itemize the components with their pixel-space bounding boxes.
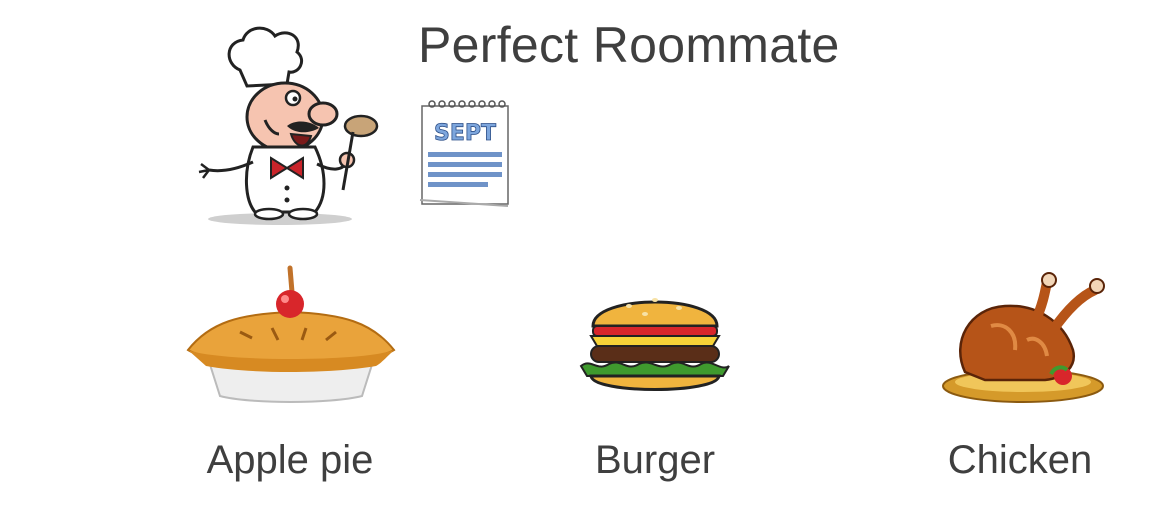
chef-illustration [198,26,379,225]
burger-icon [579,298,730,391]
food-label-apple-pie: Apple pie [206,438,374,482]
roast-chicken-icon [942,272,1105,403]
calendar-icon: SEPT [419,100,509,207]
apple-pie-icon [186,265,396,403]
page-title: Perfect Roommate [418,17,840,73]
calendar-month-label: SEPT [434,121,496,146]
food-label-chicken: Chicken [947,438,1093,482]
food-label-burger: Burger [594,438,716,482]
